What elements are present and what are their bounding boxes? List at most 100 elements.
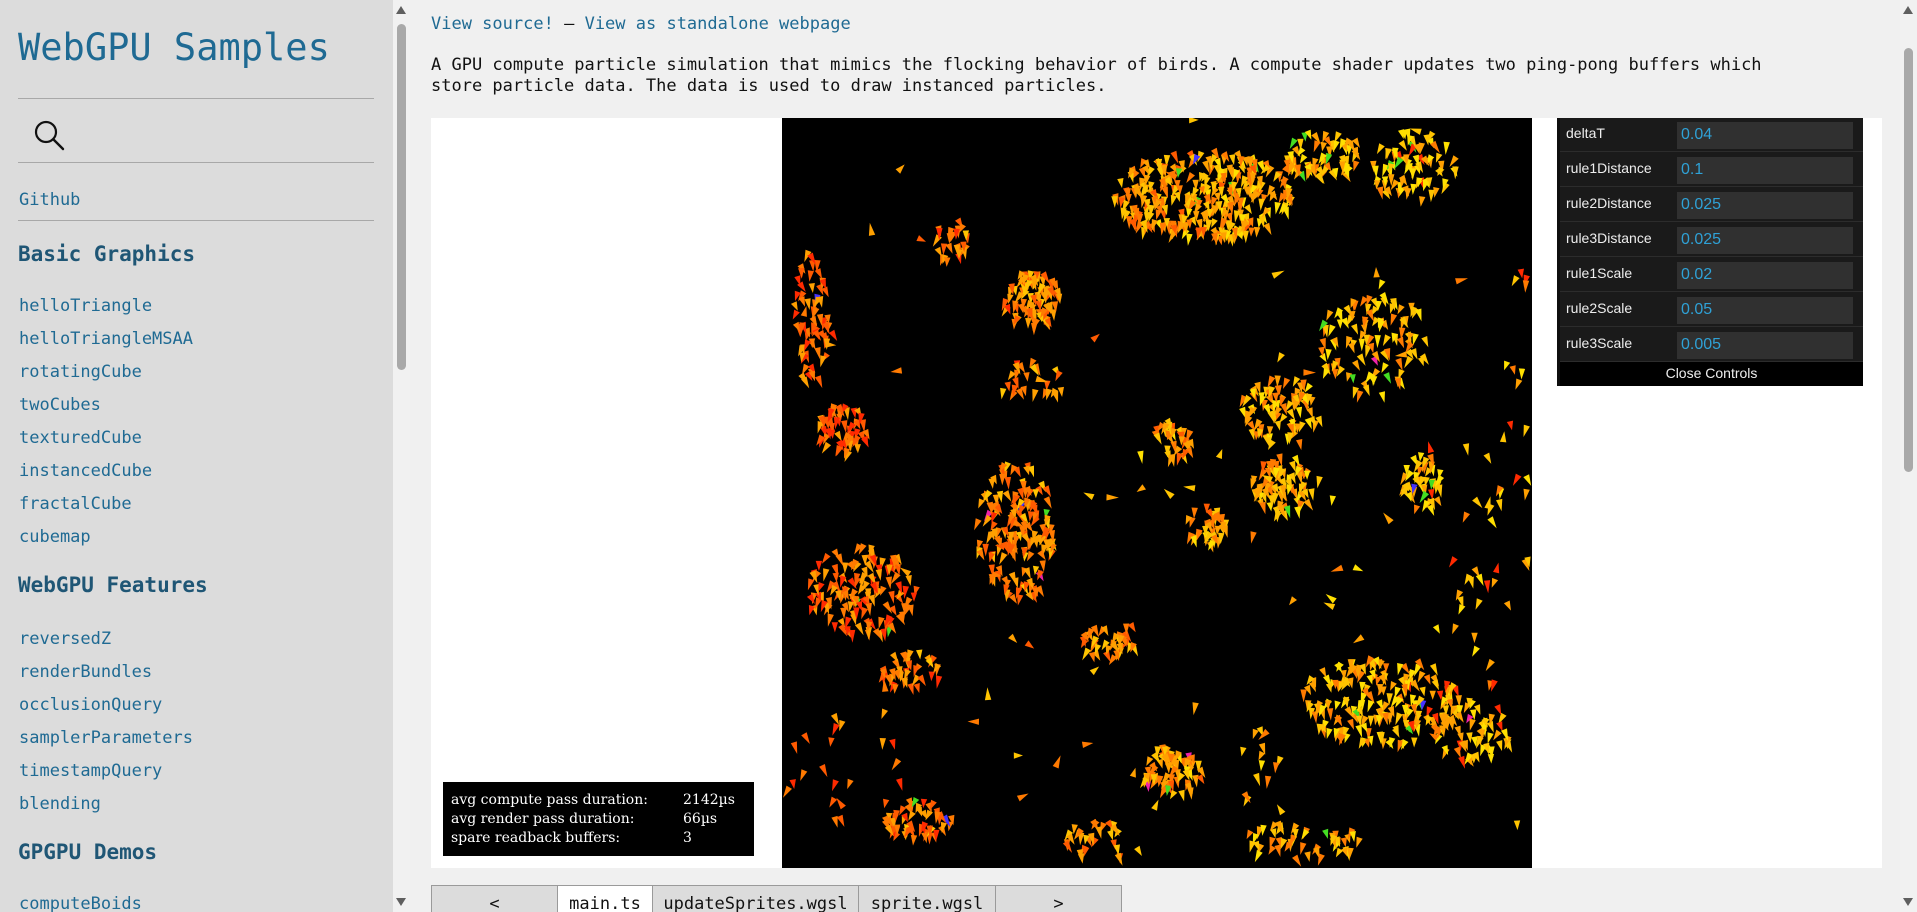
sample-link-samplerparameters[interactable]: samplerParameters <box>19 728 193 748</box>
boid-particle <box>1325 682 1332 693</box>
boid-particle <box>1025 318 1032 329</box>
sample-link-fractalcube[interactable]: fractalCube <box>19 494 132 514</box>
boid-particle <box>1229 154 1236 166</box>
boid-particle <box>1032 489 1039 499</box>
standalone-link[interactable]: View as standalone webpage <box>585 14 851 34</box>
boid-particle <box>1259 501 1266 515</box>
page-scroll-thumb[interactable] <box>1904 48 1913 472</box>
boids-canvas[interactable] <box>782 118 1532 868</box>
scroll-up-arrow-icon[interactable] <box>396 6 406 14</box>
control-input-rule3distance[interactable]: 0.025 <box>1677 227 1853 254</box>
tab-main-ts[interactable]: main.ts <box>557 885 653 912</box>
search-box[interactable] <box>18 112 374 162</box>
boid-particle <box>1289 596 1297 606</box>
boid-particle <box>1372 165 1379 178</box>
boid-particle <box>1277 352 1285 363</box>
boid-particle <box>855 622 864 636</box>
control-input-rule3scale[interactable]: 0.005 <box>1677 332 1853 359</box>
stats-label: avg compute pass duration: <box>451 792 648 808</box>
boid-particle <box>925 809 933 821</box>
tab-sprite-wgsl[interactable]: sprite.wgsl <box>858 885 996 912</box>
boid-particle <box>1449 155 1459 167</box>
stats-row-readback: spare readback buffers: 3 <box>451 829 754 848</box>
control-input-rule1scale[interactable]: 0.02 <box>1677 262 1853 289</box>
boid-particle <box>1336 365 1345 377</box>
boid-particle <box>1308 488 1315 501</box>
close-controls-button[interactable]: Close Controls <box>1560 362 1863 386</box>
sample-link-twocubes[interactable]: twoCubes <box>19 395 101 415</box>
scroll-down-arrow-icon[interactable] <box>396 898 406 906</box>
boid-particle <box>1433 496 1442 507</box>
search-icon[interactable] <box>32 118 66 152</box>
boid-particle <box>1052 391 1059 403</box>
sample-link-blending[interactable]: blending <box>19 794 101 814</box>
boid-particle <box>828 329 838 341</box>
tab-prev[interactable]: < <box>431 885 558 912</box>
boid-particle <box>1410 183 1417 195</box>
control-input-rule1distance[interactable]: 0.1 <box>1677 157 1853 184</box>
boid-particle <box>1330 564 1344 572</box>
tab-next[interactable]: > <box>995 885 1122 912</box>
sample-link-renderbundles[interactable]: renderBundles <box>19 662 152 682</box>
stats-value: 2142µs <box>683 792 735 808</box>
view-source-link[interactable]: View source! <box>431 14 554 34</box>
boid-particle <box>984 687 992 701</box>
tab-update-sprites-wgsl[interactable]: updateSprites.wgsl <box>652 885 859 912</box>
boid-particle <box>1191 507 1198 519</box>
boid-particle <box>814 268 823 279</box>
sample-link-computeboids[interactable]: computeBoids <box>19 894 142 912</box>
boid-particle <box>1412 333 1419 346</box>
boid-particle <box>1462 511 1470 523</box>
sample-link-hellotriangle[interactable]: helloTriangle <box>19 296 152 316</box>
sample-link-timestampquery[interactable]: timestampQuery <box>19 761 162 781</box>
sample-link-cubemap[interactable]: cubemap <box>19 527 91 547</box>
control-input-deltat[interactable]: 0.04 <box>1677 122 1853 149</box>
sidebar-scroll-thumb[interactable] <box>397 24 406 370</box>
boid-particle <box>1429 663 1438 676</box>
boid-particle <box>1095 826 1102 839</box>
boid-particle <box>1443 141 1450 155</box>
boid-particle <box>1517 268 1524 279</box>
boid-particle <box>1156 166 1163 179</box>
github-link[interactable]: Github <box>19 190 80 210</box>
sample-link-occlusionquery[interactable]: occlusionQuery <box>19 695 162 715</box>
boid-particle <box>913 683 920 693</box>
boid-particle <box>1496 721 1503 732</box>
site-title[interactable]: WebGPU Samples <box>18 26 330 69</box>
sample-link-reversedz[interactable]: reversedZ <box>19 629 111 649</box>
boid-particle <box>1189 118 1199 124</box>
boid-particle <box>1374 335 1381 349</box>
boid-particle <box>1467 576 1474 589</box>
boid-particle <box>1484 496 1491 510</box>
control-input-rule2scale[interactable]: 0.05 <box>1677 297 1853 324</box>
scroll-down-arrow-icon[interactable] <box>1903 898 1913 906</box>
boid-particle <box>1076 849 1083 862</box>
boid-particle <box>1398 140 1407 151</box>
boid-particle <box>1455 278 1468 285</box>
boid-particle <box>1057 386 1064 397</box>
boid-particle <box>1383 512 1394 525</box>
boid-particle <box>1383 372 1392 384</box>
control-input-rule2distance[interactable]: 0.025 <box>1677 192 1853 219</box>
control-label: rule3Scale <box>1566 335 1633 351</box>
boid-particle <box>1254 850 1263 863</box>
boid-particle <box>1286 408 1295 420</box>
boid-particle <box>1192 702 1199 716</box>
boid-particle <box>1202 160 1210 173</box>
boid-particle <box>907 649 914 662</box>
boid-particle <box>1016 793 1029 802</box>
page-scrollbar[interactable] <box>1900 0 1917 912</box>
boid-particle <box>1483 452 1492 464</box>
sample-link-rotatingcube[interactable]: rotatingCube <box>19 362 142 382</box>
sample-link-texturedcube[interactable]: texturedCube <box>19 428 142 448</box>
boid-particle <box>1378 391 1385 403</box>
boid-particle <box>1137 450 1144 464</box>
sample-link-hellotrianglemsaa[interactable]: helloTriangleMSAA <box>19 329 193 349</box>
boid-particle <box>839 719 846 732</box>
sample-link-instancedcube[interactable]: instancedCube <box>19 461 152 481</box>
boid-particle <box>854 444 861 454</box>
boid-particle <box>1394 351 1408 358</box>
sidebar-scrollbar[interactable] <box>393 0 410 912</box>
boid-particle <box>1518 368 1526 380</box>
scroll-up-arrow-icon[interactable] <box>1903 6 1913 14</box>
